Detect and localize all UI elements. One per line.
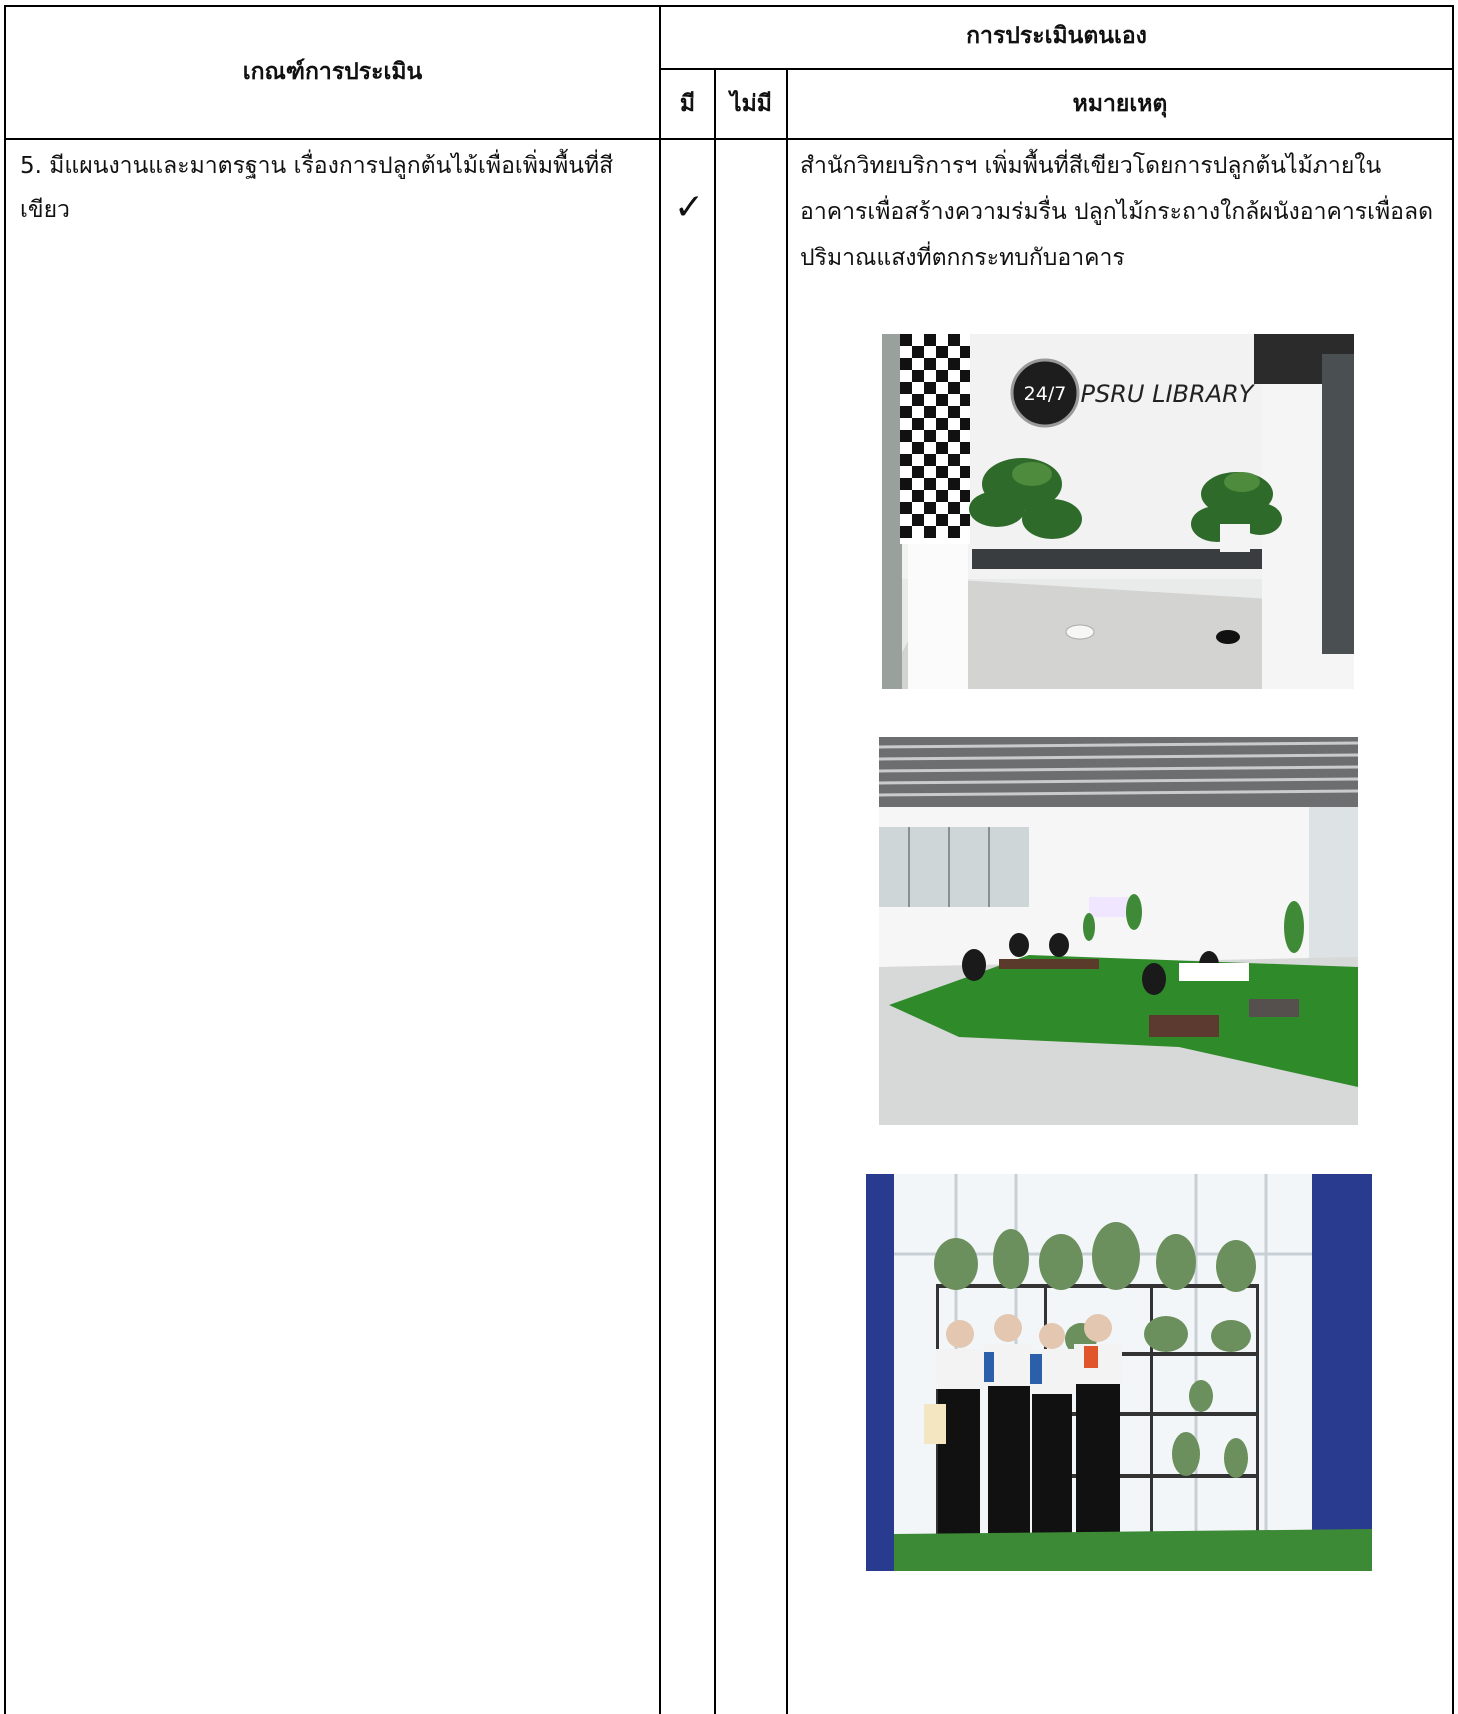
remark-column-header: หมายเหตุ <box>1072 91 1168 117</box>
col-divider-yes <box>714 68 716 1714</box>
table-border-right <box>1452 5 1454 1714</box>
table-border-left <box>4 5 6 1714</box>
col-divider-no <box>786 68 788 1714</box>
yes-column-header: มี <box>679 91 696 117</box>
assessment-table: เกณฑ์การประเมิน การประเมินตนเอง มี ไม่มี… <box>0 0 1458 1714</box>
header-bottom-divider <box>4 138 1454 140</box>
remark-line-2: อาคารเพื่อสร้างความร่มรื่น ปลูกไม้กระถาง… <box>800 199 1434 225</box>
photo-library-corner: 24/7 PSRU LIBRARY <box>882 334 1354 689</box>
criterion-text: 5. มีแผนงานและมาตรฐาน เรื่องการปลูกต้นไม… <box>20 153 614 223</box>
photo-grass-reading-area <box>879 737 1358 1125</box>
criteria-header: เกณฑ์การประเมิน <box>242 59 423 85</box>
checkmark-icon: ✓ <box>674 187 705 228</box>
badge-text: 24/7 <box>1024 383 1067 405</box>
photo-students-plant-shelves <box>866 1174 1372 1571</box>
remark-line-3: ปริมาณแสงที่ตกกระทบกับอาคาร <box>800 245 1125 271</box>
remark-line-1: สำนักวิทยบริการฯ เพิ่มพื้นที่สีเขียวโดยก… <box>800 153 1382 179</box>
table-border-top <box>4 5 1454 7</box>
subheader-divider <box>659 68 1454 70</box>
self-assessment-header: การประเมินตนเอง <box>966 23 1147 49</box>
col-divider-criteria <box>659 5 661 1714</box>
sign-text: PSRU LIBRARY <box>1081 380 1256 408</box>
no-column-header: ไม่มี <box>730 91 772 117</box>
